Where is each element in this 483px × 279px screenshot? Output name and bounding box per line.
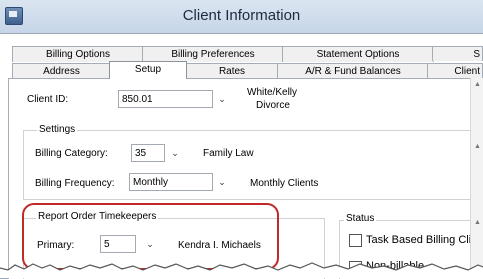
status-title: Status [344, 213, 377, 224]
tab-billing-preferences[interactable]: Billing Preferences [142, 46, 284, 62]
settings-title: Settings [37, 124, 78, 135]
client-name-line1: White/Kelly [247, 87, 298, 98]
billing-category-label: Billing Category: [35, 148, 108, 159]
title-bar: Client Information [0, 0, 483, 34]
window-title: Client Information [182, 7, 301, 24]
settings-group [23, 130, 474, 200]
billing-category-desc: Family Law [203, 148, 254, 159]
tab-setup[interactable]: Setup [109, 61, 187, 79]
tab-ar-fund-balances[interactable]: A/R & Fund Balances [277, 63, 429, 79]
chevron-down-icon[interactable]: ⌄ [166, 144, 184, 162]
scroll-up-icon[interactable]: ▲ [471, 216, 483, 229]
tab-rates[interactable]: Rates [185, 63, 279, 79]
tab-address[interactable]: Address [12, 63, 111, 79]
client-id-input[interactable]: 850.01 [118, 90, 213, 108]
vertical-scrollbar[interactable]: ▲ ▲ ▲ [470, 78, 483, 278]
task-based-billing-checkbox[interactable] [349, 234, 362, 247]
chevron-down-icon[interactable]: ⌄ [213, 173, 231, 191]
tab-client-partial[interactable]: Client [427, 63, 483, 78]
billing-category-input[interactable]: 35 [131, 144, 165, 162]
tab-statement-options[interactable]: Statement Options [282, 46, 434, 62]
billing-frequency-desc: Monthly Clients [250, 178, 319, 189]
client-id-label: Client ID: [27, 94, 69, 105]
torn-edge [0, 262, 483, 278]
client-name-line2: Divorce [256, 100, 290, 111]
task-based-billing-label: Task Based Billing Client [366, 234, 483, 246]
tab-s-partial[interactable]: S [432, 46, 483, 61]
chevron-down-icon[interactable]: ⌄ [213, 90, 231, 108]
scroll-up-icon[interactable]: ▲ [471, 78, 483, 91]
billing-frequency-input[interactable]: Monthly [129, 173, 213, 191]
client-information-window: Client Information Billing Options Billi… [0, 0, 483, 279]
billing-frequency-label: Billing Frequency: [35, 178, 115, 189]
scroll-up-icon[interactable]: ▲ [471, 140, 483, 153]
tab-billing-options[interactable]: Billing Options [12, 46, 144, 62]
